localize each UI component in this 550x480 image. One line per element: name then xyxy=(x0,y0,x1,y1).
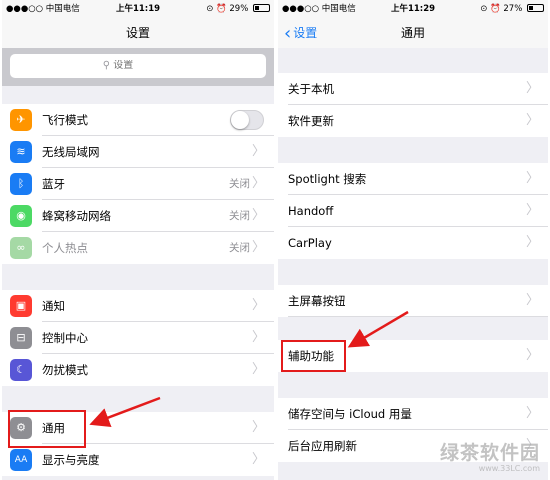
chevron-right-icon: 〉 xyxy=(251,240,265,255)
cellular-icon: ◉ xyxy=(10,205,32,227)
general-row-software-update[interactable]: 软件更新 〉 xyxy=(278,105,548,137)
chevron-right-icon: 〉 xyxy=(251,144,265,159)
settings-row-airplane-mode[interactable]: ✈ 飞行模式 xyxy=(2,104,274,136)
chevron-right-icon: 〉 xyxy=(525,171,539,186)
settings-row-cellular[interactable]: ◉ 蜂窝移动网络 关闭 〉 xyxy=(2,200,274,232)
settings-screen: ●●●○○ 中国电信 上午11:19 ⊙ ⏰ 29% 设置 ⚲ ✈ 飞行模式 ≋… xyxy=(2,0,274,480)
chevron-right-icon: 〉 xyxy=(251,362,265,377)
row-label: 通知 xyxy=(42,299,65,313)
search-field[interactable]: ⚲ xyxy=(10,54,266,78)
settings-row-bluetooth[interactable]: ᛒ 蓝牙 关闭 〉 xyxy=(2,168,274,200)
watermark: 绿茶软件园 www.33LC.com xyxy=(440,442,540,474)
settings-row-control-center[interactable]: ⊟ 控制中心 〉 xyxy=(2,322,274,354)
highlight-box-general xyxy=(8,410,86,448)
display-brightness-icon: AA xyxy=(10,449,32,471)
search-input[interactable] xyxy=(113,60,174,71)
search-icon: ⚲ xyxy=(102,60,111,71)
row-label: CarPlay xyxy=(288,236,332,250)
general-row-storage-icloud[interactable]: 储存空间与 iCloud 用量 〉 xyxy=(278,398,548,430)
chevron-right-icon: 〉 xyxy=(525,406,539,421)
chevron-right-icon: 〉 xyxy=(525,235,539,250)
highlight-box-accessibility xyxy=(281,340,346,372)
chevron-right-icon: 〉 xyxy=(251,330,265,345)
battery-percent: 29% xyxy=(229,4,249,14)
row-label: 储存空间与 iCloud 用量 xyxy=(288,407,412,421)
nav-bar: 设置 xyxy=(2,18,274,48)
chevron-right-icon: 〉 xyxy=(525,293,539,308)
airplane-icon: ✈ xyxy=(10,109,32,131)
settings-row-notifications[interactable]: ▣ 通知 〉 xyxy=(2,290,274,322)
row-label: Handoff xyxy=(288,204,334,218)
row-value: 关闭 xyxy=(229,178,250,190)
settings-row-personal-hotspot[interactable]: ∞ 个人热点 关闭 〉 xyxy=(2,232,274,264)
nav-bar: ‹ 设置 通用 xyxy=(278,18,548,48)
wifi-icon: ≋ xyxy=(10,141,32,163)
chevron-right-icon: 〉 xyxy=(525,203,539,218)
chevron-right-icon: 〉 xyxy=(251,208,265,223)
row-label: 后台应用刷新 xyxy=(288,439,357,453)
page-title: 设置 xyxy=(125,26,150,40)
airplane-mode-toggle[interactable] xyxy=(230,110,264,130)
row-label: 个人热点 xyxy=(42,241,88,255)
general-row-about[interactable]: 关于本机 〉 xyxy=(278,73,548,105)
general-row-handoff[interactable]: Handoff 〉 xyxy=(278,195,548,227)
general-row-spotlight-search[interactable]: Spotlight 搜索 〉 xyxy=(278,163,548,195)
chevron-right-icon: 〉 xyxy=(525,348,539,363)
battery-icon xyxy=(253,4,270,12)
row-label: 关于本机 xyxy=(288,82,334,96)
chevron-right-icon: 〉 xyxy=(251,298,265,313)
battery-percent: 27% xyxy=(503,4,523,14)
hotspot-icon: ∞ xyxy=(10,237,32,259)
status-bar: ●●●○○ 中国电信 上午11:19 ⊙ ⏰ 29% xyxy=(2,0,274,18)
search-bar: ⚲ xyxy=(2,48,274,86)
do-not-disturb-icon: ☾ xyxy=(10,359,32,381)
toggle-knob xyxy=(231,111,249,129)
row-label: Spotlight 搜索 xyxy=(288,172,367,186)
chevron-right-icon: 〉 xyxy=(525,113,539,128)
row-label: 蜂窝移动网络 xyxy=(42,209,111,223)
watermark-logo-text: 绿茶软件园 xyxy=(439,442,540,464)
general-screen: ●●●○○ 中国电信 上午11:29 ⊙ ⏰ 27% ‹ 设置 通用 关于本机 〉… xyxy=(278,0,548,480)
row-label: 勿扰模式 xyxy=(42,363,88,377)
settings-row-wifi[interactable]: ≋ 无线局域网 〉 xyxy=(2,136,274,168)
row-label: 控制中心 xyxy=(42,331,88,345)
settings-row-display-brightness[interactable]: AA 显示与亮度 〉 xyxy=(2,444,274,476)
status-right: ⊙ ⏰ 29% xyxy=(206,0,270,18)
chevron-right-icon: 〉 xyxy=(251,420,265,435)
watermark-url: www.33LC.com xyxy=(478,464,540,473)
row-label: 飞行模式 xyxy=(42,113,88,127)
row-label: 蓝牙 xyxy=(42,177,65,191)
row-label: 主屏幕按钮 xyxy=(288,294,346,308)
bluetooth-icon: ᛒ xyxy=(10,173,32,195)
alarm-icon: ⏰ xyxy=(490,4,501,14)
rotation-lock-icon: ⊙ xyxy=(206,4,214,14)
general-row-carplay[interactable]: CarPlay 〉 xyxy=(278,227,548,259)
general-row-home-button[interactable]: 主屏幕按钮 〉 xyxy=(278,285,548,317)
row-label: 无线局域网 xyxy=(42,145,100,159)
notifications-icon: ▣ xyxy=(10,295,32,317)
page-title: 通用 xyxy=(400,26,425,40)
settings-row-do-not-disturb[interactable]: ☾ 勿扰模式 〉 xyxy=(2,354,274,386)
rotation-lock-icon: ⊙ xyxy=(480,4,488,14)
row-value: 关闭 xyxy=(229,242,250,254)
row-label: 软件更新 xyxy=(288,114,334,128)
chevron-right-icon: 〉 xyxy=(525,81,539,96)
alarm-icon: ⏰ xyxy=(216,4,227,14)
row-label: 显示与亮度 xyxy=(42,453,100,467)
chevron-right-icon: 〉 xyxy=(251,452,265,467)
status-bar: ●●●○○ 中国电信 上午11:29 ⊙ ⏰ 27% xyxy=(278,0,548,18)
control-center-icon: ⊟ xyxy=(10,327,32,349)
chevron-right-icon: 〉 xyxy=(251,176,265,191)
battery-icon xyxy=(527,4,544,12)
row-value: 关闭 xyxy=(229,210,250,222)
status-right: ⊙ ⏰ 27% xyxy=(480,0,544,18)
